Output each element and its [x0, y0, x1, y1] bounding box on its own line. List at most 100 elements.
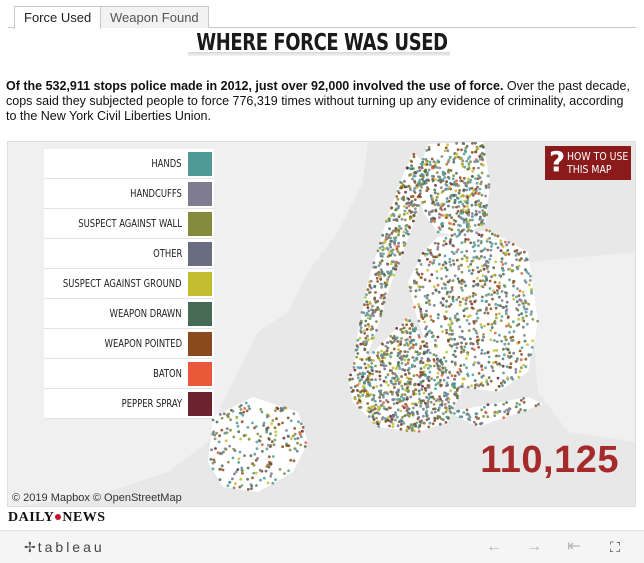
incident-dot — [447, 158, 451, 162]
incident-dot — [407, 389, 410, 392]
incident-dot — [418, 397, 421, 401]
incident-dot — [443, 403, 447, 406]
tableau-logo[interactable]: ✢ tableau — [24, 539, 105, 556]
incident-dot — [390, 232, 394, 235]
incident-dot — [444, 261, 448, 265]
legend-item-other[interactable]: OTHER — [44, 239, 214, 269]
force-map[interactable]: HANDS HANDCUFFS SUSPECT AGAINST WALL OTH… — [7, 141, 636, 507]
incident-dot — [473, 249, 476, 253]
incident-dot — [463, 233, 467, 237]
incident-dot — [503, 284, 507, 288]
incident-dot — [420, 312, 423, 316]
incident-dot — [455, 212, 459, 215]
incident-dot — [227, 460, 230, 464]
incident-dot — [467, 417, 470, 421]
incident-dot — [482, 335, 485, 339]
incident-dot — [379, 241, 382, 245]
legend-item-hands[interactable]: HANDS — [44, 149, 214, 179]
incident-dot — [456, 387, 459, 391]
incident-dot — [524, 301, 528, 304]
legend-item-suspect-against-wall[interactable]: SUSPECT AGAINST WALL — [44, 209, 214, 239]
legend-item-pepper-spray[interactable]: PEPPER SPRAY — [44, 389, 214, 419]
incident-dot — [505, 243, 509, 247]
incident-dot — [293, 437, 297, 441]
incident-dot — [289, 458, 293, 462]
undo-icon[interactable]: ← — [482, 536, 506, 558]
incident-dot — [502, 379, 505, 383]
incident-dot — [442, 239, 446, 243]
incident-dot — [486, 174, 490, 178]
incident-dot — [416, 170, 420, 173]
incident-dot — [409, 341, 413, 345]
how-to-use-button[interactable]: ? HOW TO USE THIS MAP — [545, 145, 631, 180]
daily-news-logo[interactable]: DAILY NEWS — [8, 510, 106, 526]
incident-dot — [363, 329, 366, 333]
incident-dot — [444, 393, 448, 397]
incident-dot — [218, 413, 222, 416]
incident-dot — [422, 407, 425, 411]
legend-item-baton[interactable]: BATON — [44, 359, 214, 389]
incident-dot — [409, 395, 413, 399]
incident-dot — [374, 370, 378, 373]
incident-dot — [455, 346, 459, 350]
incident-dot — [442, 356, 446, 360]
incident-dot — [501, 267, 504, 271]
incident-dot — [287, 469, 290, 473]
incident-dot — [386, 373, 390, 377]
incident-dot — [436, 375, 439, 379]
incident-dot — [440, 267, 443, 271]
incident-dot — [388, 369, 392, 372]
legend-item-weapon-drawn[interactable]: WEAPON DRAWN — [44, 299, 214, 329]
incident-dot — [420, 388, 424, 391]
incident-dot — [403, 218, 407, 222]
incident-dot — [253, 452, 257, 456]
map-attribution[interactable]: © 2019 Mapbox © OpenStreetMap — [12, 492, 182, 504]
incident-dot — [445, 299, 448, 303]
incident-dot — [418, 288, 421, 292]
incident-dot — [412, 338, 416, 342]
incident-dot — [367, 309, 371, 313]
incident-dot — [381, 395, 385, 399]
incident-dot — [440, 155, 444, 158]
incident-dot — [379, 363, 383, 367]
tab-weapon-found[interactable]: Weapon Found — [100, 6, 209, 28]
incident-dot — [473, 355, 477, 359]
incident-dot — [392, 340, 396, 343]
incident-dot — [499, 249, 503, 252]
incident-dot — [224, 448, 228, 451]
incident-dot — [441, 221, 444, 225]
incident-dot — [479, 279, 482, 283]
redo-icon[interactable]: → — [522, 536, 546, 558]
incident-dot — [414, 295, 417, 298]
incident-dot — [237, 461, 241, 464]
incident-dot — [391, 414, 395, 417]
incident-dot — [505, 401, 508, 404]
legend-item-weapon-pointed[interactable]: WEAPON POINTED — [44, 329, 214, 359]
legend-item-suspect-against-ground[interactable]: SUSPECT AGAINST GROUND — [44, 269, 214, 299]
incident-dot — [476, 335, 479, 339]
incident-dot — [372, 418, 376, 421]
incident-dot — [480, 348, 484, 352]
incident-dot — [519, 358, 523, 362]
incident-dot — [522, 305, 526, 309]
incident-dot — [470, 260, 474, 263]
incident-dot — [445, 331, 449, 335]
incident-dot — [508, 267, 512, 271]
incident-dot — [386, 278, 389, 281]
revert-icon[interactable]: ⇤ — [562, 536, 586, 558]
incident-dot — [471, 142, 474, 145]
fullscreen-icon[interactable]: ⛶ — [603, 536, 627, 558]
incident-dot — [275, 406, 279, 410]
incident-dot — [400, 337, 403, 340]
incident-dot — [498, 281, 501, 285]
incident-dot — [461, 278, 464, 282]
incident-dot — [447, 417, 450, 420]
incident-dot — [506, 249, 510, 252]
legend-item-handcuffs[interactable]: HANDCUFFS — [44, 179, 214, 209]
incident-dot — [218, 434, 222, 438]
how-to-line1: HOW TO USE — [567, 150, 629, 163]
tab-force-used[interactable]: Force Used — [14, 6, 102, 29]
incident-dot — [426, 293, 430, 297]
incident-dot — [514, 368, 518, 371]
legend-swatch — [188, 362, 212, 386]
